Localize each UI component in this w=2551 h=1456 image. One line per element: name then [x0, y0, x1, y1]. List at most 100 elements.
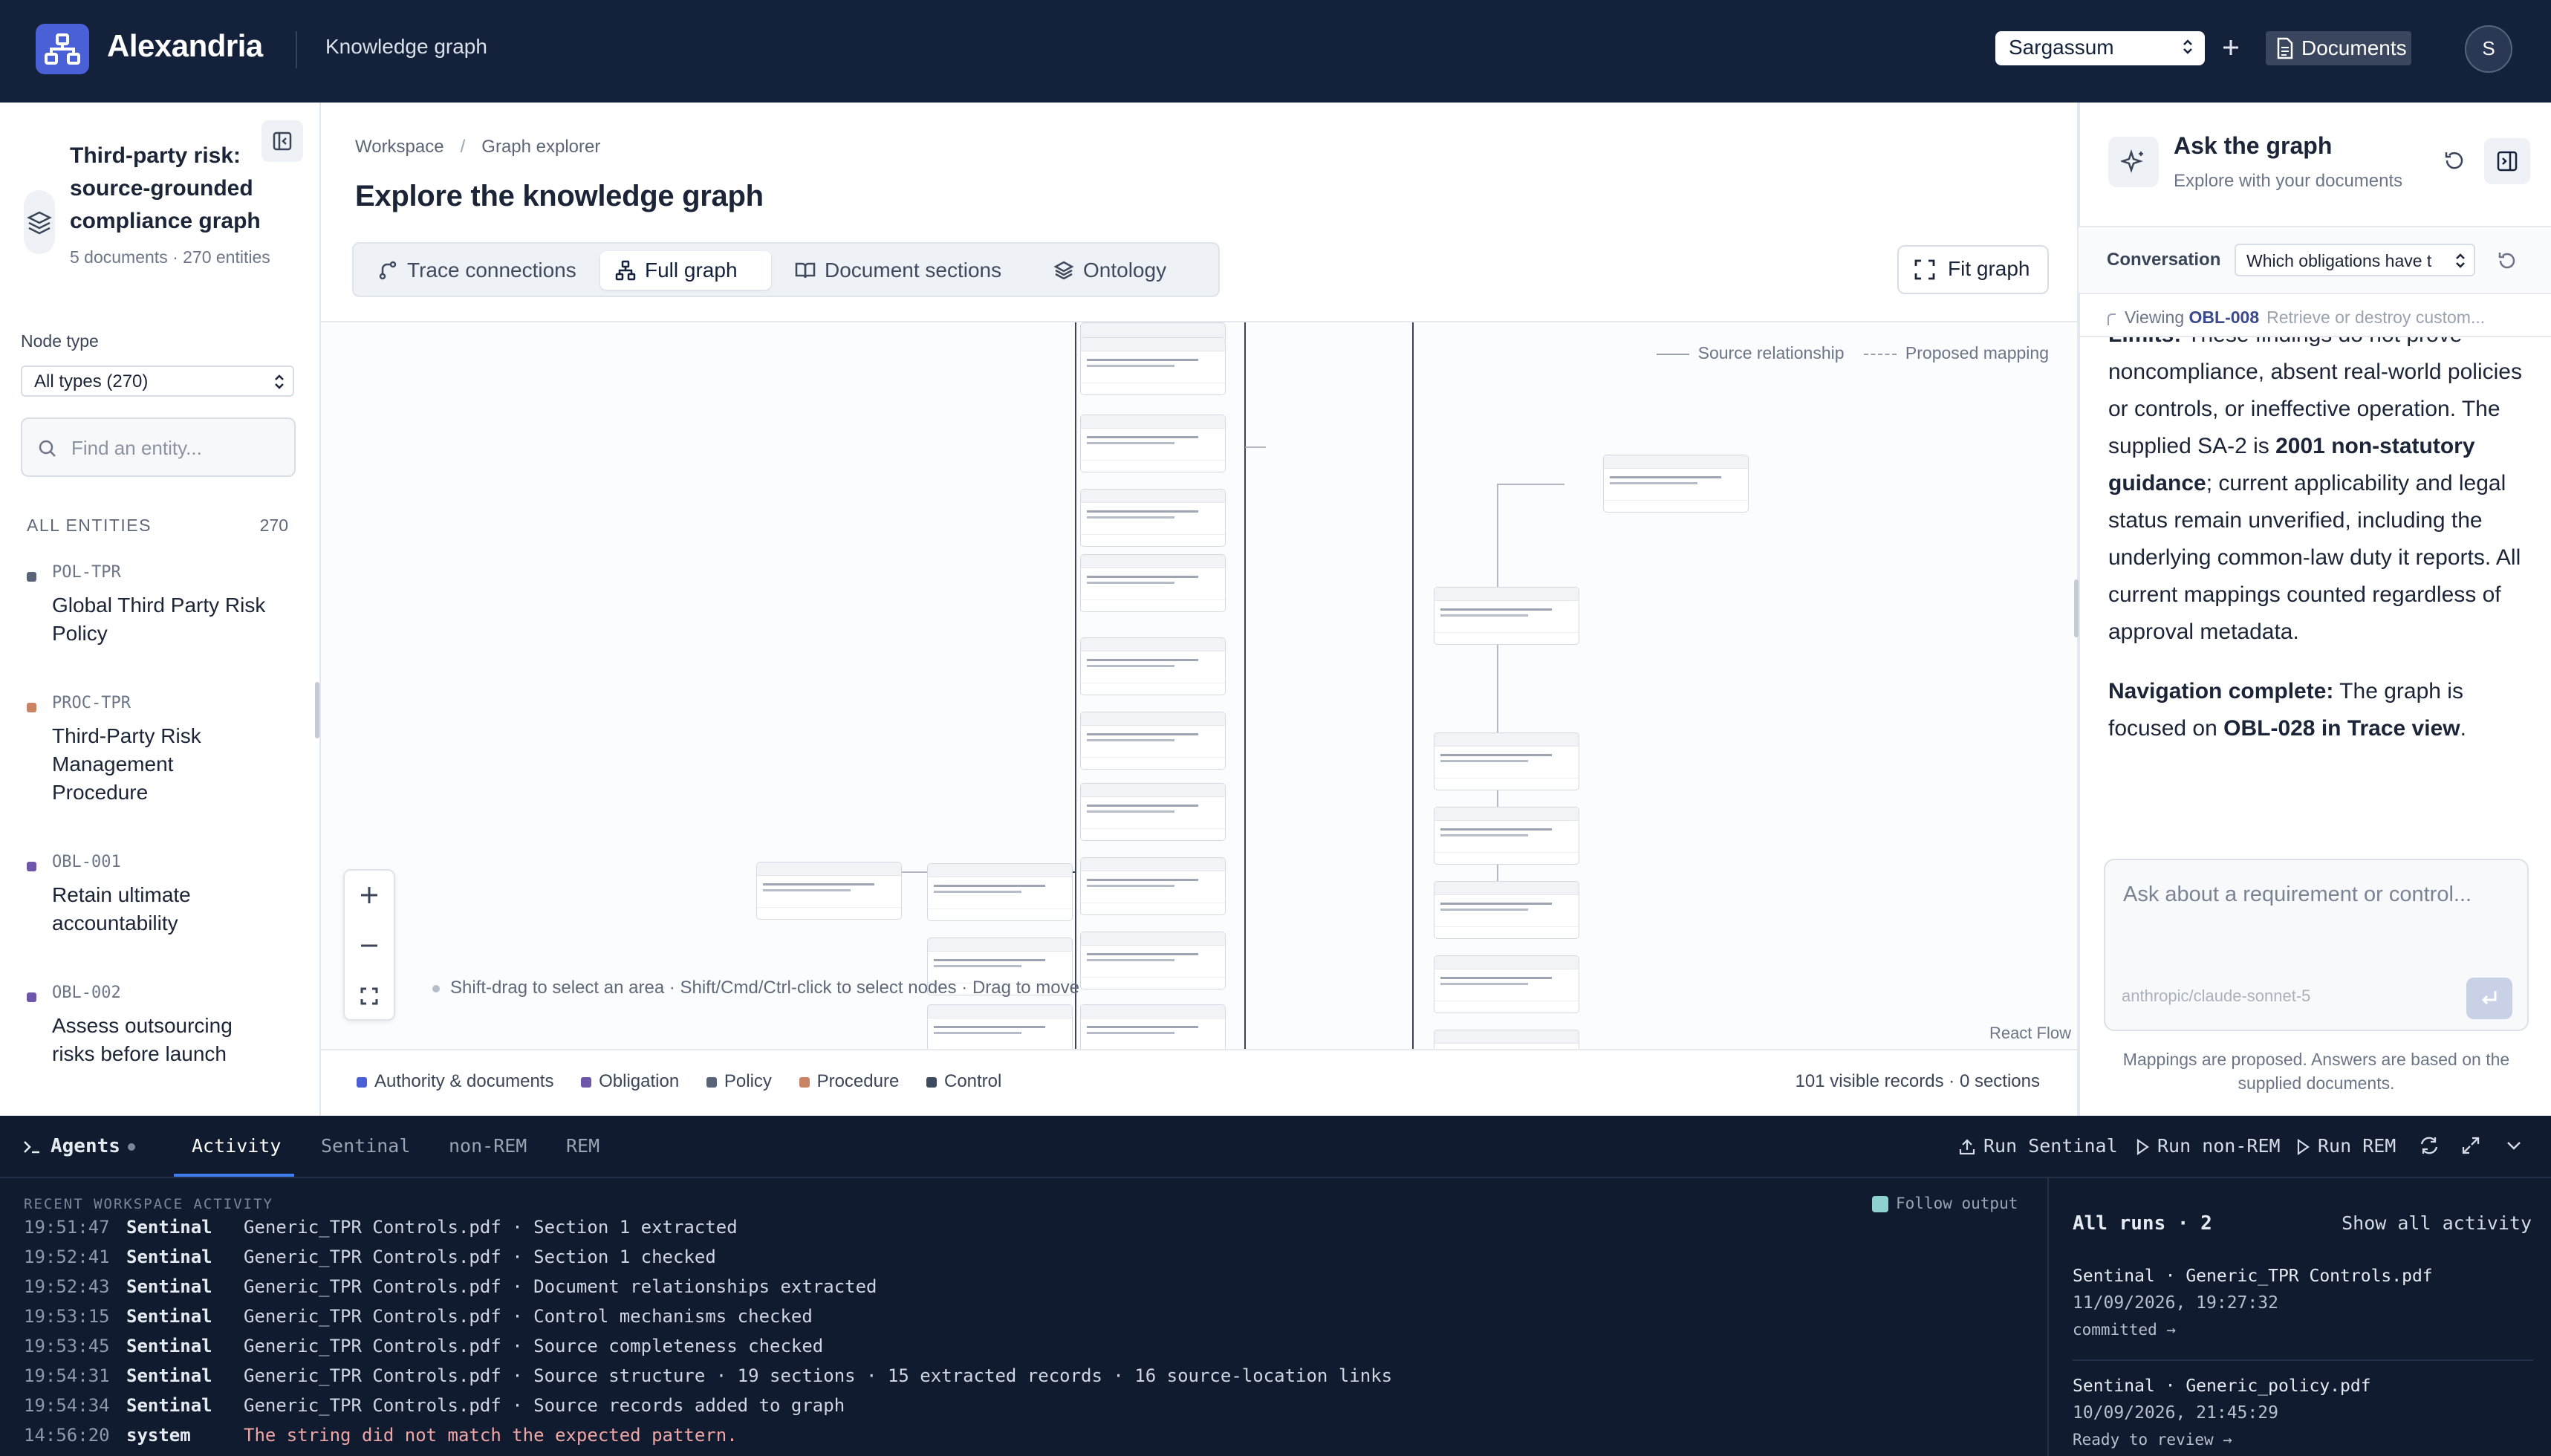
obligation-dot	[27, 862, 36, 871]
entity-name: Assess outsourcing risks before launch	[52, 1014, 233, 1065]
app-name[interactable]: Alexandria	[107, 28, 263, 64]
tab-full-graph[interactable]: Full graph	[600, 251, 771, 290]
collapse-panel-button[interactable]	[2503, 1135, 2524, 1156]
show-all-activity-link[interactable]: Show all activity	[2342, 1212, 2532, 1234]
agents-title-label: Agents	[51, 1135, 120, 1157]
divider	[296, 31, 297, 68]
graph-node[interactable]	[1080, 337, 1226, 395]
graph-node[interactable]	[1434, 732, 1579, 790]
workspace-select[interactable]: Sargassum	[1995, 31, 2205, 65]
tab-non-rem[interactable]: non-REM	[449, 1135, 527, 1157]
fit-graph-button[interactable]: Fit graph	[1897, 245, 2049, 294]
log-source: Sentinal	[126, 1336, 212, 1356]
graph-node[interactable]	[1434, 881, 1579, 939]
hint-text: Shift-drag to select an area · Shift/Cmd…	[450, 978, 1079, 998]
graph-node[interactable]	[1080, 783, 1226, 841]
send-button[interactable]	[2466, 978, 2512, 1019]
runs-header: All runs · 2	[2073, 1212, 2212, 1235]
layers-icon	[1053, 260, 1074, 281]
node-type-select[interactable]: All types (270)	[21, 365, 294, 397]
tab-trace-connections[interactable]: Trace connections	[363, 251, 591, 290]
log-message: Generic_TPR Controls.pdf · Source comple…	[244, 1336, 824, 1356]
run-non-rem-label: Run non-REM	[2157, 1135, 2281, 1157]
entity-code: POL-TPR	[52, 563, 121, 582]
run-rem-label: Run REM	[2318, 1135, 2396, 1157]
log-time: 19:54:34	[24, 1395, 110, 1416]
tab-label: Trace connections	[407, 259, 576, 282]
legend-source-relationship: Source relationship	[1656, 343, 1845, 363]
graph-node[interactable]	[1080, 415, 1226, 472]
log-source: Sentinal	[126, 1247, 212, 1267]
run-sentinal-label: Run Sentinal	[1983, 1135, 2118, 1157]
refresh-button[interactable]	[2419, 1135, 2440, 1156]
history-button[interactable]	[2443, 149, 2466, 172]
log-message: Generic_TPR Controls.pdf · Source record…	[244, 1395, 845, 1416]
graph-node[interactable]	[1080, 637, 1226, 695]
legend-procedure: Procedure	[799, 1071, 899, 1092]
zoom-out-button[interactable]	[345, 921, 394, 970]
react-flow-attribution[interactable]: React Flow	[1989, 1024, 2071, 1043]
app-logo[interactable]	[36, 24, 89, 74]
graph-node[interactable]	[1434, 1030, 1579, 1049]
user-avatar[interactable]: S	[2465, 25, 2512, 73]
legend-obligation: Obligation	[581, 1071, 679, 1092]
graph-node[interactable]	[1080, 857, 1226, 915]
play-icon	[2295, 1138, 2310, 1156]
graph-node[interactable]	[1080, 712, 1226, 770]
graph-node[interactable]	[927, 863, 1073, 921]
breadcrumb-workspace[interactable]: Workspace	[355, 137, 444, 157]
run-non-rem-button[interactable]: Run non-REM	[2135, 1135, 2281, 1157]
run-rem-button[interactable]: Run REM	[2295, 1135, 2396, 1157]
graph-node[interactable]	[1080, 489, 1226, 547]
tab-ontology[interactable]: Ontology	[1039, 251, 1199, 290]
disclaimer: Mappings are proposed. Answers are based…	[2122, 1050, 2510, 1093]
tab-document-sections[interactable]: Document sections	[780, 251, 1030, 290]
run-item[interactable]: Sentinal · Generic_TPR Controls.pdf 11/0…	[2073, 1263, 2533, 1343]
sidebar-collapse-icon	[273, 131, 292, 151]
run-sentinal-button[interactable]: Run Sentinal	[1958, 1135, 2118, 1157]
collapse-sidebar-button[interactable]	[261, 120, 303, 162]
log-time: 19:51:47	[24, 1217, 110, 1238]
conversation-value: Which obligations have t	[2246, 251, 2432, 270]
graph-canvas[interactable]: Source relationship Proposed mapping Shi…	[321, 321, 2079, 1050]
viewing-entity-id[interactable]: OBL-008	[2189, 308, 2260, 327]
run-item[interactable]: Sentinal · Generic_policy.pdf 10/09/2026…	[2073, 1373, 2533, 1453]
follow-output-label: Follow output	[1896, 1195, 2018, 1212]
zoom-in-button[interactable]	[345, 871, 394, 920]
graph-node[interactable]	[1080, 554, 1226, 612]
maximize-icon	[2462, 1137, 2480, 1154]
graph-node[interactable]	[1080, 932, 1226, 989]
breadcrumb-graph-explorer[interactable]: Graph explorer	[481, 137, 600, 157]
resize-handle[interactable]	[315, 682, 319, 738]
chat-input[interactable]: Ask about a requirement or control... an…	[2104, 859, 2529, 1031]
viewing-prefix: Viewing	[2125, 308, 2185, 327]
graph-node[interactable]	[1603, 455, 1749, 513]
tab-sentinal[interactable]: Sentinal	[321, 1135, 410, 1157]
graph-node[interactable]	[927, 1004, 1073, 1049]
close-panel-button[interactable]	[2484, 138, 2530, 184]
canvas-hint: Shift-drag to select an area · Shift/Cmd…	[432, 978, 1079, 998]
node-type-value: All types (270)	[34, 371, 149, 391]
conversation-select[interactable]: Which obligations have t	[2235, 244, 2475, 276]
project-meta: 5 documents · 270 entities	[70, 247, 270, 267]
entity-search-input[interactable]: Find an entity...	[21, 417, 296, 477]
fit-view-button[interactable]	[345, 972, 394, 1021]
follow-output-toggle[interactable]: Follow output	[1872, 1195, 2018, 1212]
new-conversation-button[interactable]	[2496, 250, 2518, 272]
run-status: committed →	[2073, 1321, 2177, 1339]
tab-activity[interactable]: Activity	[192, 1135, 281, 1157]
expand-panel-button[interactable]	[2460, 1135, 2481, 1156]
chevron-updown-icon	[2454, 251, 2466, 270]
log-time: 19:53:45	[24, 1336, 110, 1356]
add-button[interactable]	[2220, 33, 2242, 62]
graph-node[interactable]	[1434, 955, 1579, 1013]
graph-node[interactable]	[1434, 587, 1579, 645]
procedure-dot	[27, 703, 36, 712]
run-title: Sentinal · Generic_TPR Controls.pdf	[2073, 1267, 2433, 1286]
log-time: 19:52:43	[24, 1276, 110, 1297]
graph-node[interactable]	[1080, 1004, 1226, 1049]
tab-rem[interactable]: REM	[566, 1135, 599, 1157]
graph-node[interactable]	[1434, 807, 1579, 865]
documents-button[interactable]: Documents	[2266, 31, 2411, 65]
graph-node[interactable]	[756, 862, 902, 920]
